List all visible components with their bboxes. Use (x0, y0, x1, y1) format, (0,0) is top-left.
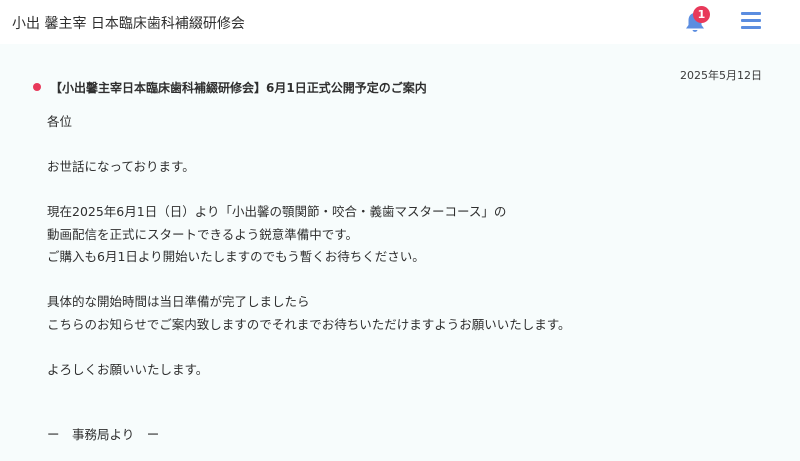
post-signoff: ー 事務局より ー (47, 427, 160, 442)
body-line (47, 269, 767, 292)
body-line: 現在2025年6月1日（日）より「小出馨の顎関節・咬合・義歯マスターコース」の (47, 204, 507, 219)
body-line: 動画配信を正式にスタートできるよう鋭意準備中です。 (47, 226, 359, 242)
notification-badge: 1 (693, 6, 710, 23)
body-line: よろしくお願いいたします。 (47, 361, 209, 377)
body-line: 各位 (47, 114, 73, 129)
unread-dot-icon (33, 83, 41, 91)
body-line (47, 134, 767, 157)
site-title[interactable]: 小出 馨主宰 日本臨床歯科補綴研修会 (12, 13, 245, 33)
body-line (47, 179, 767, 202)
post-body: 各位 お世話になっております。 現在2025年6月1日（日）より「小出馨の顎関節… (47, 111, 767, 381)
body-line: ご購入も6月1日より開始いたしますのでもう暫くお待ちください。 (47, 249, 425, 264)
body-line (47, 336, 767, 359)
body-line: 具体的な開始時間は当日準備が完了しましたら (47, 294, 310, 309)
body-line: お世話になっております。 (47, 159, 195, 174)
hamburger-menu-icon[interactable] (741, 12, 761, 30)
body-line: こちらのお知らせでご案内致しますのでそれまでお待ちいただけますようお願いいたしま… (47, 316, 571, 332)
header-bar: 小出 馨主宰 日本臨床歯科補綴研修会 1 (0, 0, 800, 44)
post-title: 【小出馨主宰日本臨床歯科補綴研修会】6月1日正式公開予定のご案内 (50, 81, 427, 95)
post-date: 2025年5月12日 (680, 69, 762, 82)
